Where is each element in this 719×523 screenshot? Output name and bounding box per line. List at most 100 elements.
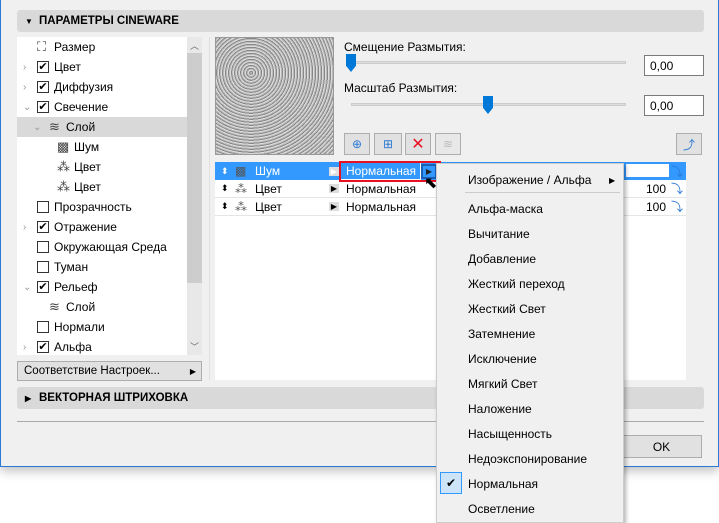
- checkbox[interactable]: ✔: [37, 221, 49, 233]
- merge-layers-button[interactable]: ≋: [435, 133, 461, 155]
- submenu-arrow-icon: ▶: [609, 176, 616, 185]
- tree-item[interactable]: › ✔ Диффузия: [17, 77, 187, 97]
- tree-item-label: Свечение: [54, 100, 109, 114]
- tree-item[interactable]: Прозрачность: [17, 197, 187, 217]
- blend-mode[interactable]: Нормальная: [346, 200, 416, 214]
- layer-scrollbar[interactable]: [687, 162, 702, 380]
- checkbox[interactable]: ✔: [37, 81, 49, 93]
- color-icon: ⁂: [57, 179, 70, 194]
- reorder-icon[interactable]: ⬍: [221, 183, 229, 194]
- expand-arrow-icon[interactable]: ▶: [329, 202, 339, 211]
- color-icon: ⁂: [57, 159, 70, 174]
- tree-item[interactable]: ⁂ Цвет: [17, 177, 187, 197]
- blur-scale-input[interactable]: 0,00: [644, 95, 704, 116]
- tree-item-label: Окружающая Среда: [54, 240, 167, 254]
- expand-chevron-icon[interactable]: ›: [23, 82, 26, 93]
- reorder-icon[interactable]: ⬍: [221, 166, 229, 177]
- menu-item[interactable]: Наложение: [468, 399, 532, 419]
- expand-chevron-icon[interactable]: ›: [23, 222, 26, 233]
- tree-item[interactable]: ⌄ ✔ Рельеф: [17, 277, 187, 297]
- tree-item-label: Туман: [54, 260, 89, 274]
- menu-item-image-alpha[interactable]: Изображение / Альфа: [468, 170, 591, 190]
- opacity-value[interactable]: 100: [646, 200, 666, 214]
- blur-offset-input[interactable]: 0,00: [644, 55, 704, 76]
- layer-icon: ≋: [49, 119, 60, 134]
- tree-item[interactable]: › ✔ Альфа: [17, 337, 187, 357]
- menu-item[interactable]: Вычитание: [468, 224, 530, 244]
- menu-item[interactable]: Насыщенность: [468, 424, 552, 444]
- opacity-value[interactable]: 100: [646, 182, 666, 196]
- noise-icon: ▩: [57, 139, 70, 154]
- checkbox[interactable]: ✔: [37, 281, 49, 293]
- checkbox[interactable]: [37, 261, 49, 273]
- menu-label: Изображение / Альфа: [468, 173, 592, 187]
- menu-item[interactable]: Альфа-маска: [468, 199, 543, 219]
- add-shader-button[interactable]: ⊕: [344, 133, 370, 155]
- menu-item[interactable]: Исключение: [468, 349, 537, 369]
- triangle-right-icon: ▶: [189, 366, 196, 376]
- export-button[interactable]: ⤴: [676, 133, 702, 155]
- menu-item[interactable]: Жесткий Свет: [468, 299, 546, 319]
- tree-item[interactable]: Окружающая Среда: [17, 237, 187, 257]
- tree-item-label: Шум: [74, 140, 100, 154]
- blend-mode[interactable]: Нормальная: [346, 182, 416, 196]
- menu-item[interactable]: Недоэкспонирование: [468, 449, 587, 469]
- opacity-input[interactable]: [625, 163, 670, 178]
- layers-icon: ≋: [442, 137, 454, 151]
- tree-item-label: Слой: [66, 300, 96, 314]
- tree-item[interactable]: Туман: [17, 257, 187, 277]
- expand-chevron-icon[interactable]: ›: [23, 62, 26, 73]
- expand-chevron-icon[interactable]: ⌄: [23, 102, 31, 113]
- tree-item[interactable]: ⁂ Цвет: [17, 157, 187, 177]
- tree-item[interactable]: ⌄ ≋ Слой: [17, 117, 187, 137]
- blur-offset-thumb[interactable]: [346, 54, 356, 72]
- tree-item-label: Нормали: [54, 320, 105, 334]
- menu-item[interactable]: Осветление: [468, 499, 535, 519]
- tree-item[interactable]: › ✔ Цвет: [17, 57, 187, 77]
- menu-item[interactable]: Жесткий переход: [468, 274, 565, 294]
- mouse-cursor-icon: ⬉: [424, 175, 438, 192]
- checkbox[interactable]: [37, 201, 49, 213]
- tree-item-label: Цвет: [74, 180, 101, 194]
- layer-name: Цвет: [255, 199, 282, 214]
- tree-item-label: Отражение: [54, 220, 117, 234]
- reorder-icon[interactable]: ⬍: [221, 201, 229, 212]
- expand-arrow-icon[interactable]: ▶: [329, 166, 339, 176]
- tree-item[interactable]: Нормали: [17, 317, 187, 337]
- menu-item[interactable]: Добавление: [468, 249, 536, 269]
- checkbox[interactable]: ✔: [37, 61, 49, 73]
- expand-chevron-icon[interactable]: ›: [23, 342, 26, 353]
- tree-item[interactable]: › ✔ Отражение: [17, 217, 187, 237]
- expand-chevron-icon[interactable]: ⌄: [33, 122, 41, 133]
- tree-item[interactable]: ⛶ Размер: [17, 37, 187, 57]
- add-shader-icon: ⊕: [351, 137, 363, 151]
- layer-options-icon[interactable]: ⤵: [671, 163, 683, 180]
- checkbox[interactable]: [37, 241, 49, 253]
- ok-button[interactable]: OK: [621, 435, 702, 458]
- match-label: Соответствие Настроек...: [24, 365, 160, 377]
- checkmark-icon: ✔: [440, 472, 462, 494]
- tree-scrollbar[interactable]: ︿ ﹀: [187, 37, 202, 355]
- menu-item[interactable]: Затемнение: [468, 324, 535, 344]
- expand-arrow-icon[interactable]: ▶: [329, 184, 339, 193]
- scroll-thumb[interactable]: [187, 53, 202, 283]
- layer-options-icon[interactable]: ⤵: [671, 180, 683, 197]
- layer-options-icon[interactable]: ⤵: [671, 198, 683, 215]
- checkbox[interactable]: ✔: [37, 101, 49, 113]
- blur-offset-slider[interactable]: [351, 61, 626, 64]
- tree-item[interactable]: ⌄ ✔ Свечение: [17, 97, 187, 117]
- checkbox[interactable]: [37, 321, 49, 333]
- menu-item[interactable]: Мягкий Свет: [468, 374, 538, 394]
- match-settings-button[interactable]: Соответствие Настроек... ▶: [17, 361, 202, 381]
- menu-item[interactable]: Нормальная: [468, 474, 538, 494]
- tree-item[interactable]: ▩ Шум: [17, 137, 187, 157]
- section-cineware-header[interactable]: ▼ ПАРАМЕТРЫ CINEWARE: [17, 10, 704, 32]
- expand-chevron-icon[interactable]: ⌄: [23, 282, 31, 293]
- scroll-up-icon[interactable]: ︿: [190, 39, 199, 52]
- scroll-down-icon[interactable]: ﹀: [190, 340, 199, 353]
- blur-scale-thumb[interactable]: [483, 96, 493, 114]
- delete-button[interactable]: ✕: [405, 133, 431, 155]
- checkbox[interactable]: ✔: [37, 341, 49, 353]
- tree-item[interactable]: ≋ Слой: [17, 297, 187, 317]
- add-folder-button[interactable]: ⊞: [374, 133, 402, 155]
